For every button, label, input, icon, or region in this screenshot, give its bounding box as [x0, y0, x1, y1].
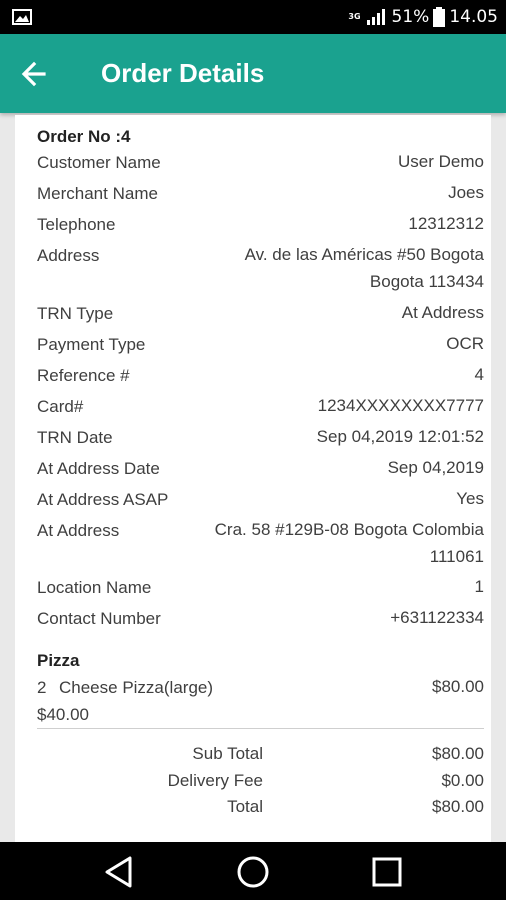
detail-label: Reference # [37, 366, 130, 385]
item-unit-price: $40.00 [37, 705, 89, 724]
detail-value: 1234XXXXXXXX7777 [317, 396, 484, 415]
status-bar: 3G 51% 14.05 [0, 0, 506, 34]
detail-label: At Address [37, 521, 120, 540]
detail-value: Sep 04,2019 [387, 458, 484, 477]
detail-value: At Address [401, 303, 484, 322]
detail-label: Contact Number [37, 609, 161, 628]
detail-label: TRN Type [37, 304, 114, 323]
system-navigation-bar [0, 842, 506, 900]
item-total: $80.00 [432, 677, 484, 696]
detail-label: TRN Date [37, 428, 113, 447]
order-number: Order No :4 [37, 127, 131, 146]
delivery-fee-label: Delivery Fee [167, 771, 263, 790]
battery-percent: 51% [391, 7, 430, 27]
app-bar: Order Details [0, 34, 506, 113]
detail-label: Payment Type [37, 335, 146, 354]
detail-label: Card# [37, 397, 84, 416]
clock: 14.05 [449, 7, 498, 27]
detail-value: 4 [474, 365, 484, 384]
divider [37, 728, 484, 729]
recents-square-icon[interactable] [369, 854, 405, 890]
detail-label: Telephone [37, 215, 116, 234]
detail-value: OCR [446, 334, 484, 353]
detail-label: Address [37, 246, 100, 265]
detail-value: User Demo [398, 152, 484, 171]
delivery-fee-value: $0.00 [441, 771, 484, 790]
battery-icon [433, 7, 446, 27]
item-category-heading: Pizza [37, 651, 80, 670]
detail-value: Sep 04,2019 12:01:52 [316, 427, 484, 446]
home-circle-icon[interactable] [235, 854, 271, 890]
back-triangle-icon[interactable] [101, 854, 137, 890]
detail-value-line: Cra. 58 #129B-08 Bogota Colombia [214, 520, 484, 539]
detail-value: Yes [456, 489, 484, 508]
detail-label: At Address ASAP [37, 490, 169, 509]
detail-value: 1 [474, 577, 484, 596]
page-title: Order Details [101, 58, 265, 88]
detail-label: At Address Date [37, 459, 160, 478]
detail-value-line: Av. de las Américas #50 Bogota [244, 245, 484, 264]
detail-value-line: Bogota 113434 [369, 272, 484, 291]
network-type: 3G [348, 12, 361, 21]
arrow-left-icon[interactable] [16, 56, 52, 92]
detail-label: Merchant Name [37, 184, 158, 203]
total-value: $80.00 [432, 797, 484, 816]
item-quantity: 2 [37, 678, 47, 697]
signal-icon [366, 9, 385, 25]
detail-label: Location Name [37, 578, 152, 597]
detail-value: Joes [448, 183, 484, 202]
sub-total-value: $80.00 [432, 744, 484, 763]
detail-value: +631122334 [390, 608, 484, 627]
sub-total-label: Sub Total [192, 744, 263, 763]
item-name: Cheese Pizza(large) [59, 678, 214, 697]
order-details-card: Order No :4 Customer Name User Demo Merc… [15, 115, 491, 842]
detail-value: 12312312 [408, 214, 484, 233]
detail-value-line: 111061 [429, 547, 484, 566]
image-icon [12, 9, 32, 25]
total-label: Total [227, 797, 263, 816]
detail-label: Customer Name [37, 153, 161, 172]
